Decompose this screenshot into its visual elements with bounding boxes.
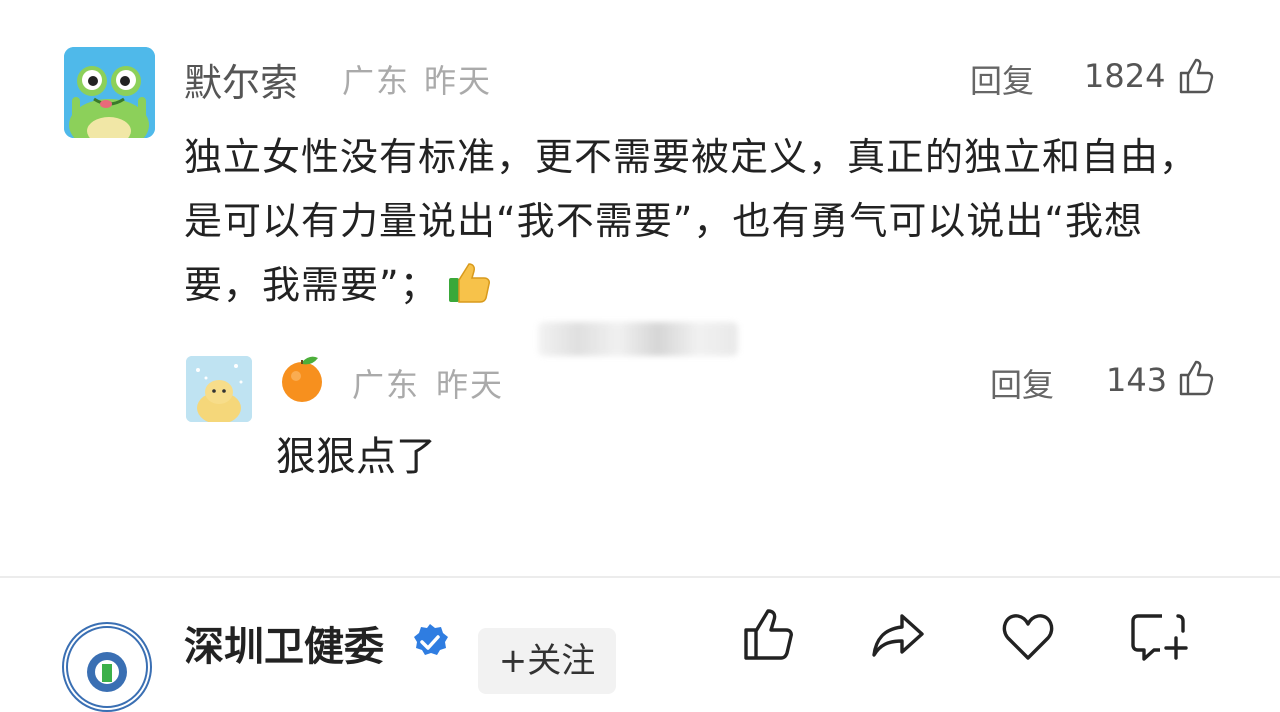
reply-like-count: 143 [1106, 361, 1168, 399]
divider [0, 576, 1280, 578]
verified-badge-icon [414, 624, 448, 655]
commenter-name[interactable]: 默尔索 [184, 52, 298, 107]
account-avatar[interactable] [62, 622, 152, 712]
blurred-content [538, 322, 738, 356]
reply-button[interactable]: 回复 [970, 56, 1034, 102]
reply-reply-button[interactable]: 回复 [990, 360, 1054, 406]
comment-body: 独立女性没有标准，更不需要被定义，真正的独立和自由，是可以有力量说出“我不需要”… [184, 125, 1204, 317]
share-icon[interactable] [868, 606, 928, 666]
commenter-avatar[interactable] [64, 47, 155, 138]
comment-time: 昨天 [424, 62, 493, 100]
reply-body: 狠狠点了 [276, 434, 436, 480]
replier-avatar[interactable] [186, 356, 252, 422]
orange-emoji-icon[interactable] [276, 352, 328, 404]
comment-text: 独立女性没有标准，更不需要被定义，真正的独立和自由，是可以有力量说出“我不需要”… [184, 135, 1199, 307]
follow-button[interactable]: +关注 [478, 628, 616, 694]
account-name[interactable]: 深圳卫健委 [184, 614, 384, 672]
comment-location: 广东 [342, 62, 411, 100]
thumbs-up-icon[interactable] [1176, 56, 1216, 96]
reply-thumbs-up-icon[interactable] [1176, 358, 1216, 398]
like-count: 1824 [1084, 57, 1166, 95]
like-action-icon[interactable] [738, 604, 798, 664]
reply-location: 广东 [352, 366, 421, 404]
thumbs-up-emoji-icon [448, 263, 490, 303]
heart-icon[interactable] [998, 606, 1058, 666]
comment-add-icon[interactable] [1128, 608, 1188, 668]
reply-time: 昨天 [436, 366, 505, 404]
